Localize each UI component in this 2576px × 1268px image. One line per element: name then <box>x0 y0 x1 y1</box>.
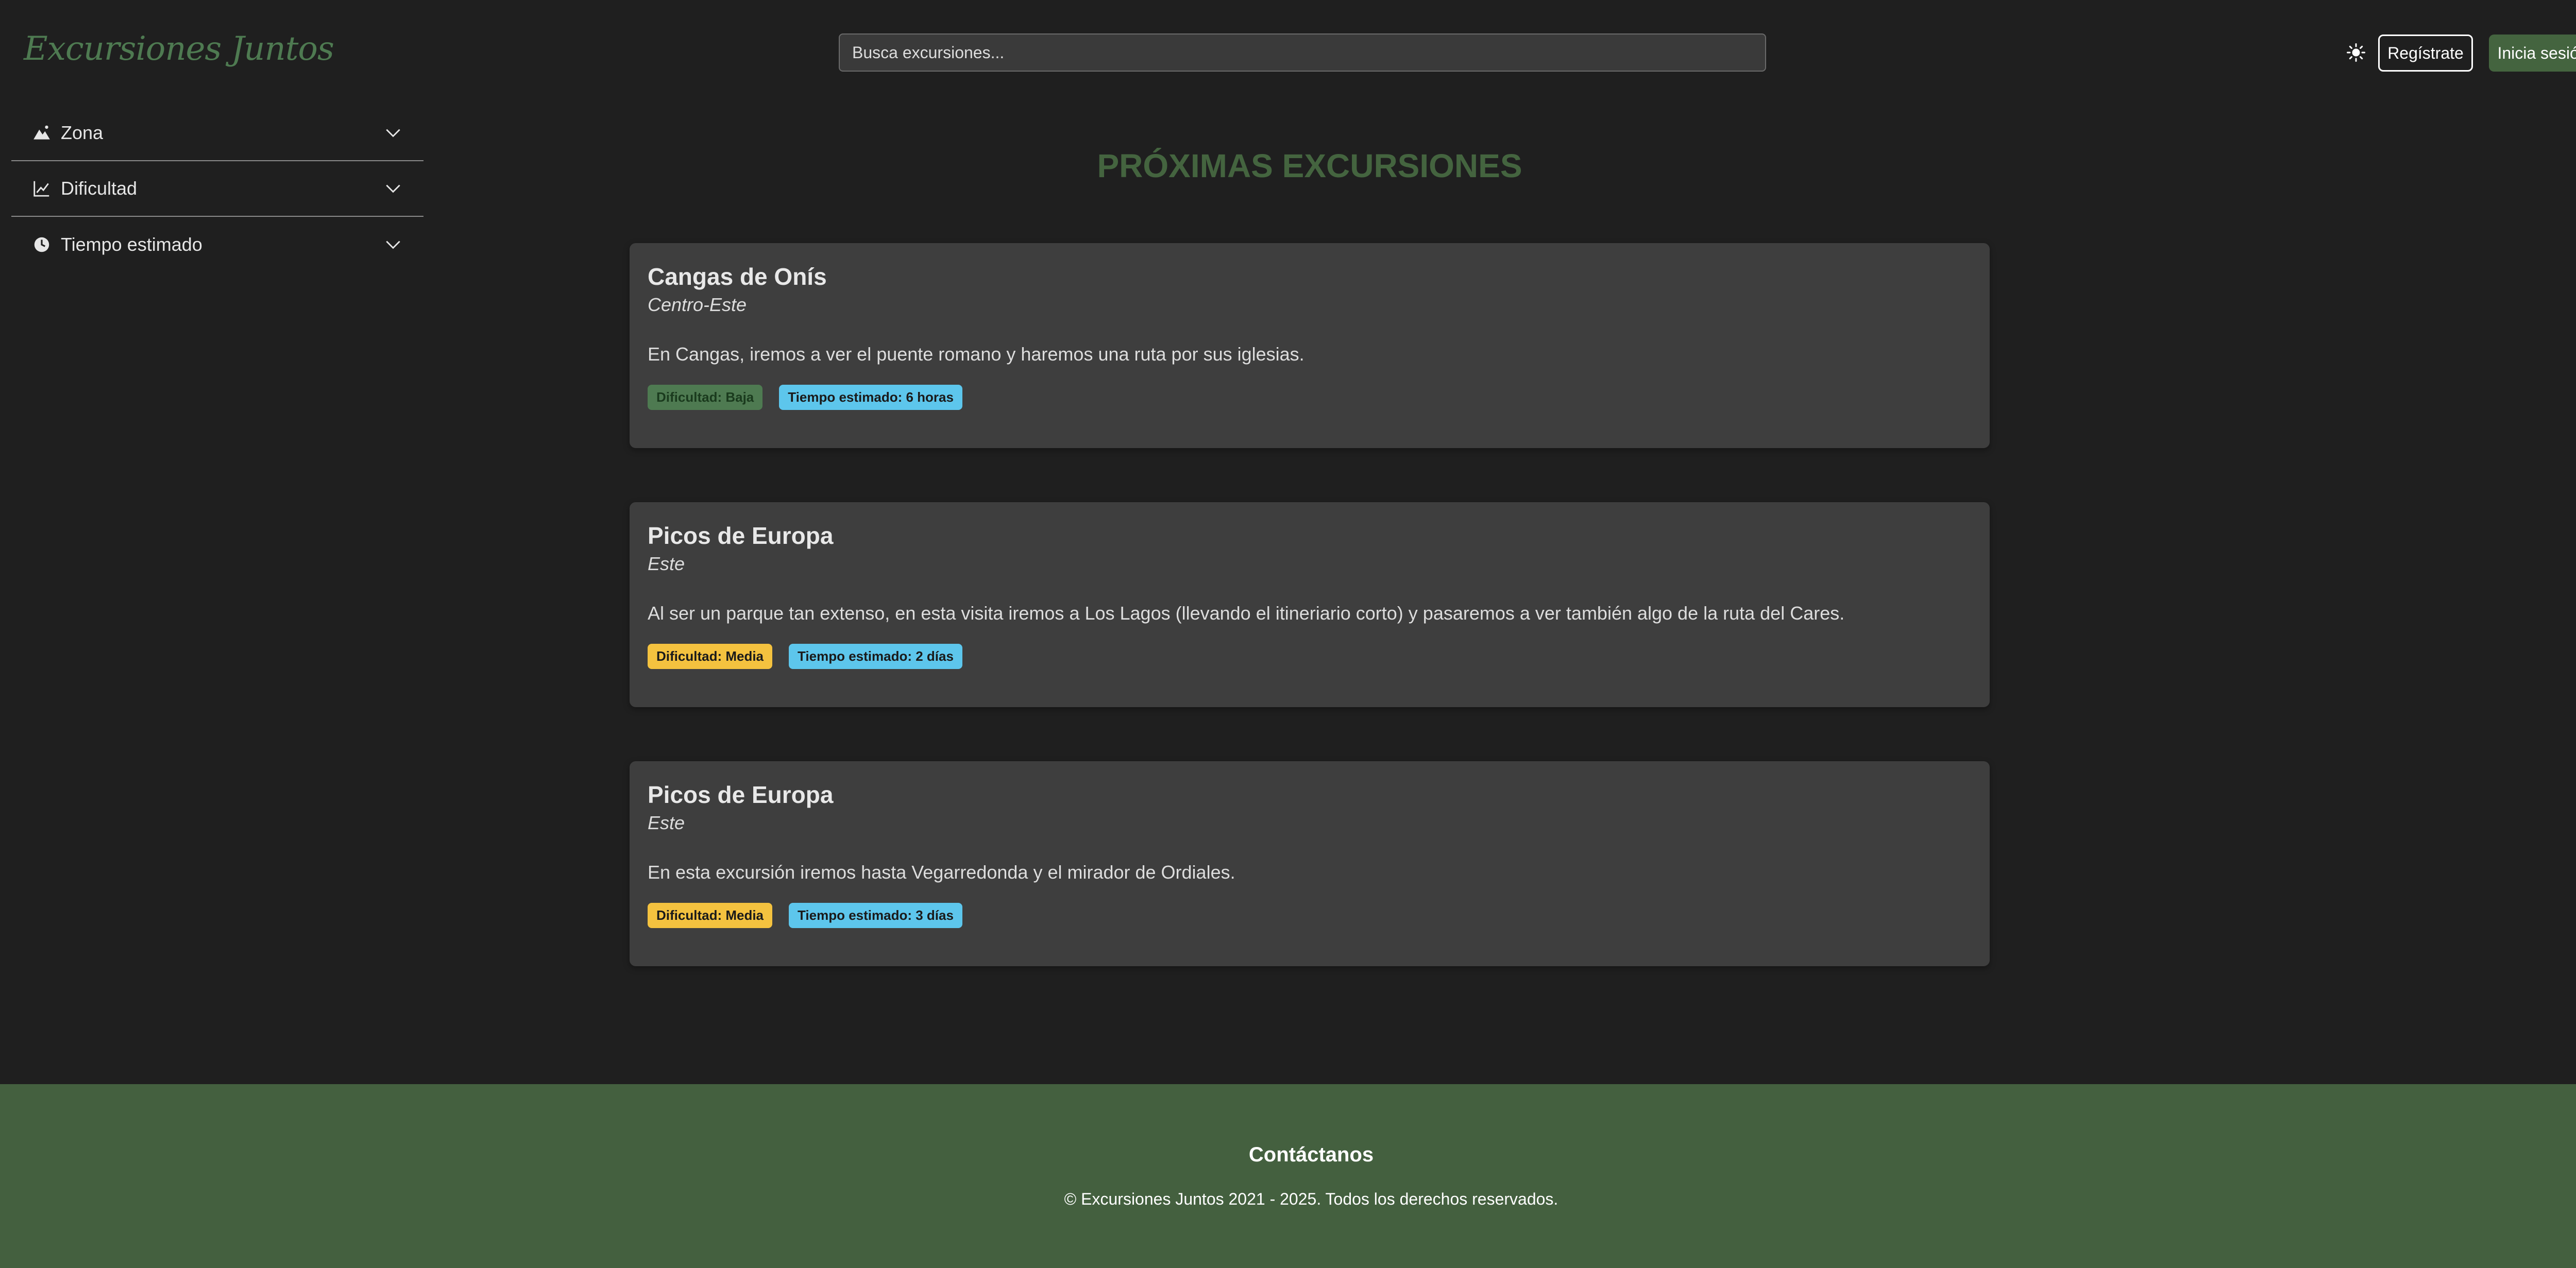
card-title: Picos de Europa <box>648 781 834 808</box>
excursion-card[interactable]: Cangas de Onís Centro-Este En Cangas, ir… <box>630 243 1990 448</box>
difficulty-badge: Dificultad: Baja <box>648 385 763 410</box>
card-description: Al ser un parque tan extenso, en esta vi… <box>648 603 1845 624</box>
card-description: En esta excursión iremos hasta Vegarredo… <box>648 862 1235 883</box>
clock-icon <box>34 237 49 252</box>
filter-label: Tiempo estimado <box>61 234 202 255</box>
mountain-icon <box>33 125 50 140</box>
excursion-card[interactable]: Picos de Europa Este En esta excursión i… <box>630 761 1990 966</box>
page-title: PRÓXIMAS EXCURSIONES <box>1097 147 1522 184</box>
filter-label: Zona <box>61 122 104 143</box>
time-badge: Tiempo estimado: 2 días <box>789 644 962 670</box>
card-title: Cangas de Onís <box>648 263 827 290</box>
filter-tiempo[interactable]: Tiempo estimado <box>11 217 423 272</box>
difficulty-badge: Dificultad: Media <box>648 644 773 670</box>
footer: Contáctanos © Excursiones Juntos 2021 - … <box>0 1084 2576 1268</box>
card-zone: Centro-Este <box>648 294 747 316</box>
card-zone: Este <box>648 553 685 575</box>
chart-line-icon <box>33 181 49 197</box>
site-logo[interactable]: Excursiones Juntos <box>24 30 334 68</box>
filter-dificultad[interactable]: Dificultad <box>11 161 423 217</box>
time-badge: Tiempo estimado: 3 días <box>789 903 962 929</box>
chevron-down-icon[interactable] <box>383 123 403 143</box>
register-button[interactable]: Regístrate <box>2378 35 2473 72</box>
filter-label: Dificultad <box>61 178 138 199</box>
excursion-card[interactable]: Picos de Europa Este Al ser un parque ta… <box>630 502 1990 707</box>
login-button[interactable]: Inicia sesión <box>2489 35 2576 72</box>
card-badges: Dificultad: Baja Tiempo estimado: 6 hora… <box>648 385 1972 410</box>
difficulty-badge: Dificultad: Media <box>648 903 773 929</box>
chevron-down-icon[interactable] <box>383 235 403 254</box>
filter-sidebar: Zona Dificultad Tiempo estimado <box>11 106 423 272</box>
contact-link[interactable]: Contáctanos <box>0 1143 2576 1167</box>
card-badges: Dificultad: Media Tiempo estimado: 2 día… <box>648 644 1972 670</box>
sun-icon[interactable] <box>2347 43 2365 62</box>
card-zone: Este <box>648 812 685 834</box>
search-input[interactable] <box>839 33 1766 72</box>
filter-zona[interactable]: Zona <box>11 106 423 161</box>
card-badges: Dificultad: Media Tiempo estimado: 3 día… <box>648 903 1972 929</box>
copyright-text: © Excursiones Juntos 2021 - 2025. Todos … <box>1064 1190 1558 1208</box>
card-title: Picos de Europa <box>648 522 834 549</box>
card-description: En Cangas, iremos a ver el puente romano… <box>648 344 1304 365</box>
time-badge: Tiempo estimado: 6 horas <box>779 385 962 410</box>
chevron-down-icon[interactable] <box>383 179 403 198</box>
